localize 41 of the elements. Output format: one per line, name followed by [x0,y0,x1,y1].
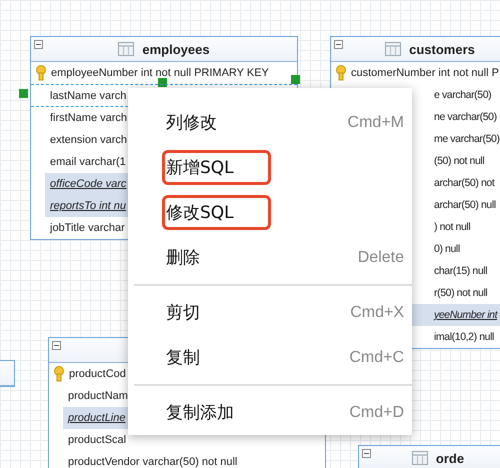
column-text: ) not null [434,221,470,233]
table-title: employees [142,42,210,56]
column-text: officeCode varc [50,178,126,190]
shortcut-label: Cmd+D [349,404,404,422]
menu-item[interactable]: 新增SQL [166,158,234,178]
column-text: email varchar(1 [50,156,126,168]
menu-item[interactable]: 复制添加 [166,401,234,424]
column-text: reportsTo int nu [50,200,126,212]
column-text: e varchar(50) [434,89,492,101]
table-title: customers [409,42,475,56]
column-text: ne varchar(50) [434,111,497,123]
column-text: productVendor varchar(50) not null [68,456,238,468]
column-text: archar(50) not [434,177,494,189]
column-text: (50) not null [434,155,484,167]
shortcut-label: Delete [358,248,404,266]
shortcut-label: Cmd+M [348,114,404,132]
column-text: imal(10,2) null [434,331,494,343]
menu-item[interactable]: 列修改 [166,111,217,134]
column-text: productScal [68,434,126,446]
column-text: yeeNumber int [434,309,498,321]
column-text: employeeNumber int not null PRIMARY KEY [51,67,269,79]
menu-item[interactable]: 修改SQL [166,203,234,223]
column-text: productNam [68,390,128,402]
menu-item[interactable]: 剪切 [166,301,200,324]
shortcut-label: Cmd+X [350,304,404,322]
column-text: jobTitle varchar [50,222,125,234]
column-text: r(50) not null [434,287,488,299]
column-text: productCod [69,368,126,380]
column-text: firstName varch [50,112,128,124]
column-text: 0) null [434,243,460,255]
column-text: customerNumber int not null P [351,67,499,79]
column-text: extension varch [50,134,128,146]
menu-item[interactable]: 删除 [166,246,200,269]
shortcut-label: Cmd+C [349,348,404,366]
column-text: char(15) null [434,265,488,277]
table-title: orde [436,450,464,466]
column-text: lastName varch [50,90,126,102]
column-text: productLine [68,412,126,424]
menu-item[interactable]: 复制 [166,346,200,369]
column-text: me varchar(50) [434,133,500,145]
column-text: archar(50) null [434,199,496,211]
